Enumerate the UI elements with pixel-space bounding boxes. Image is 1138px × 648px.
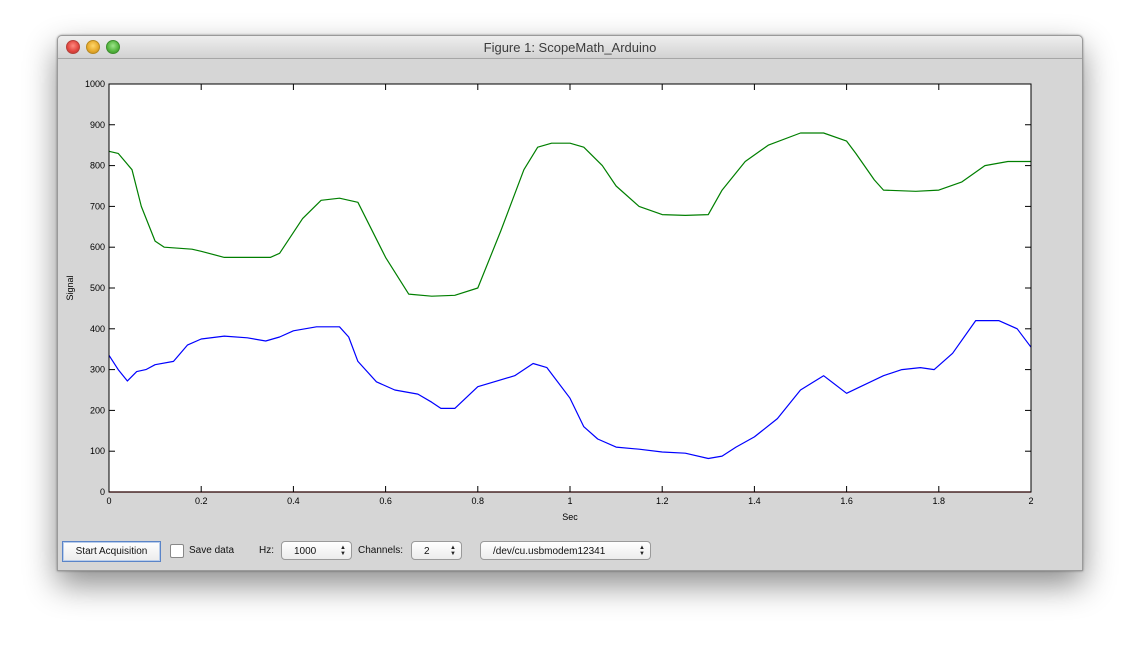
serial-port-select[interactable]: /dev/cu.usbmodem12341 ▲ ▼ (480, 541, 651, 560)
y-tick-label: 400 (90, 324, 105, 334)
plot-area (109, 84, 1031, 492)
x-tick-label: 1.2 (656, 496, 669, 506)
x-tick-label: 1.4 (748, 496, 761, 506)
x-tick-label: 1.8 (933, 496, 946, 506)
hz-label: Hz: (259, 545, 274, 556)
title-bar[interactable]: Figure 1: ScopeMath_Arduino (58, 36, 1082, 59)
y-tick-label: 600 (90, 242, 105, 252)
y-tick-label: 0 (100, 487, 105, 497)
save-data-checkbox[interactable] (170, 544, 184, 558)
figure-window: Figure 1: ScopeMath_Arduino 0 0.2 0.4 0.6 0.… (57, 35, 1083, 571)
channels-select[interactable]: 2 ▲ ▼ (411, 541, 462, 560)
x-axis-label: Sec (562, 512, 578, 522)
stepper-arrows-icon: ▲ ▼ (340, 545, 346, 557)
y-tick-label: 700 (90, 201, 105, 211)
y-tick-label: 200 (90, 405, 105, 415)
stepper-arrows-icon: ▲ ▼ (639, 545, 645, 557)
x-tick-label: 1.6 (840, 496, 853, 506)
start-acquisition-button[interactable]: Start Acquisition (62, 541, 161, 562)
hz-select[interactable]: 1000 ▲ ▼ (281, 541, 352, 560)
stepper-arrows-icon: ▲ ▼ (450, 545, 456, 557)
serial-port-value: /dev/cu.usbmodem12341 (493, 546, 606, 557)
control-bar: Start Acquisition Save data Hz: 1000 ▲ ▼ … (58, 541, 1082, 565)
window-title: Figure 1: ScopeMath_Arduino (483, 40, 657, 55)
x-tick-label: 0.8 (472, 496, 485, 506)
y-tick-label: 100 (90, 446, 105, 456)
y-tick-label: 300 (90, 365, 105, 375)
x-tick-label: 1 (567, 496, 572, 506)
y-axis-label: Signal (65, 275, 75, 300)
y-tick-label: 800 (90, 161, 105, 171)
x-tick-label: 2 (1028, 496, 1033, 506)
y-tick-label: 1000 (85, 79, 105, 89)
channels-value: 2 (424, 546, 430, 557)
signal-plot: 0 0.2 0.4 0.6 0.8 1 1.2 1.4 1.6 1.8 2 0 100 200 300 400… (65, 79, 1034, 522)
save-data-label: Save data (189, 545, 235, 556)
x-tick-label: 0 (106, 496, 111, 506)
hz-value: 1000 (294, 546, 317, 557)
x-tick-label: 0.6 (379, 496, 392, 506)
y-tick-label: 900 (90, 120, 105, 130)
x-tick-label: 0.4 (287, 496, 300, 506)
y-tick-label: 500 (90, 283, 105, 293)
x-tick-label: 0.2 (195, 496, 208, 506)
channels-label: Channels: (358, 545, 404, 556)
